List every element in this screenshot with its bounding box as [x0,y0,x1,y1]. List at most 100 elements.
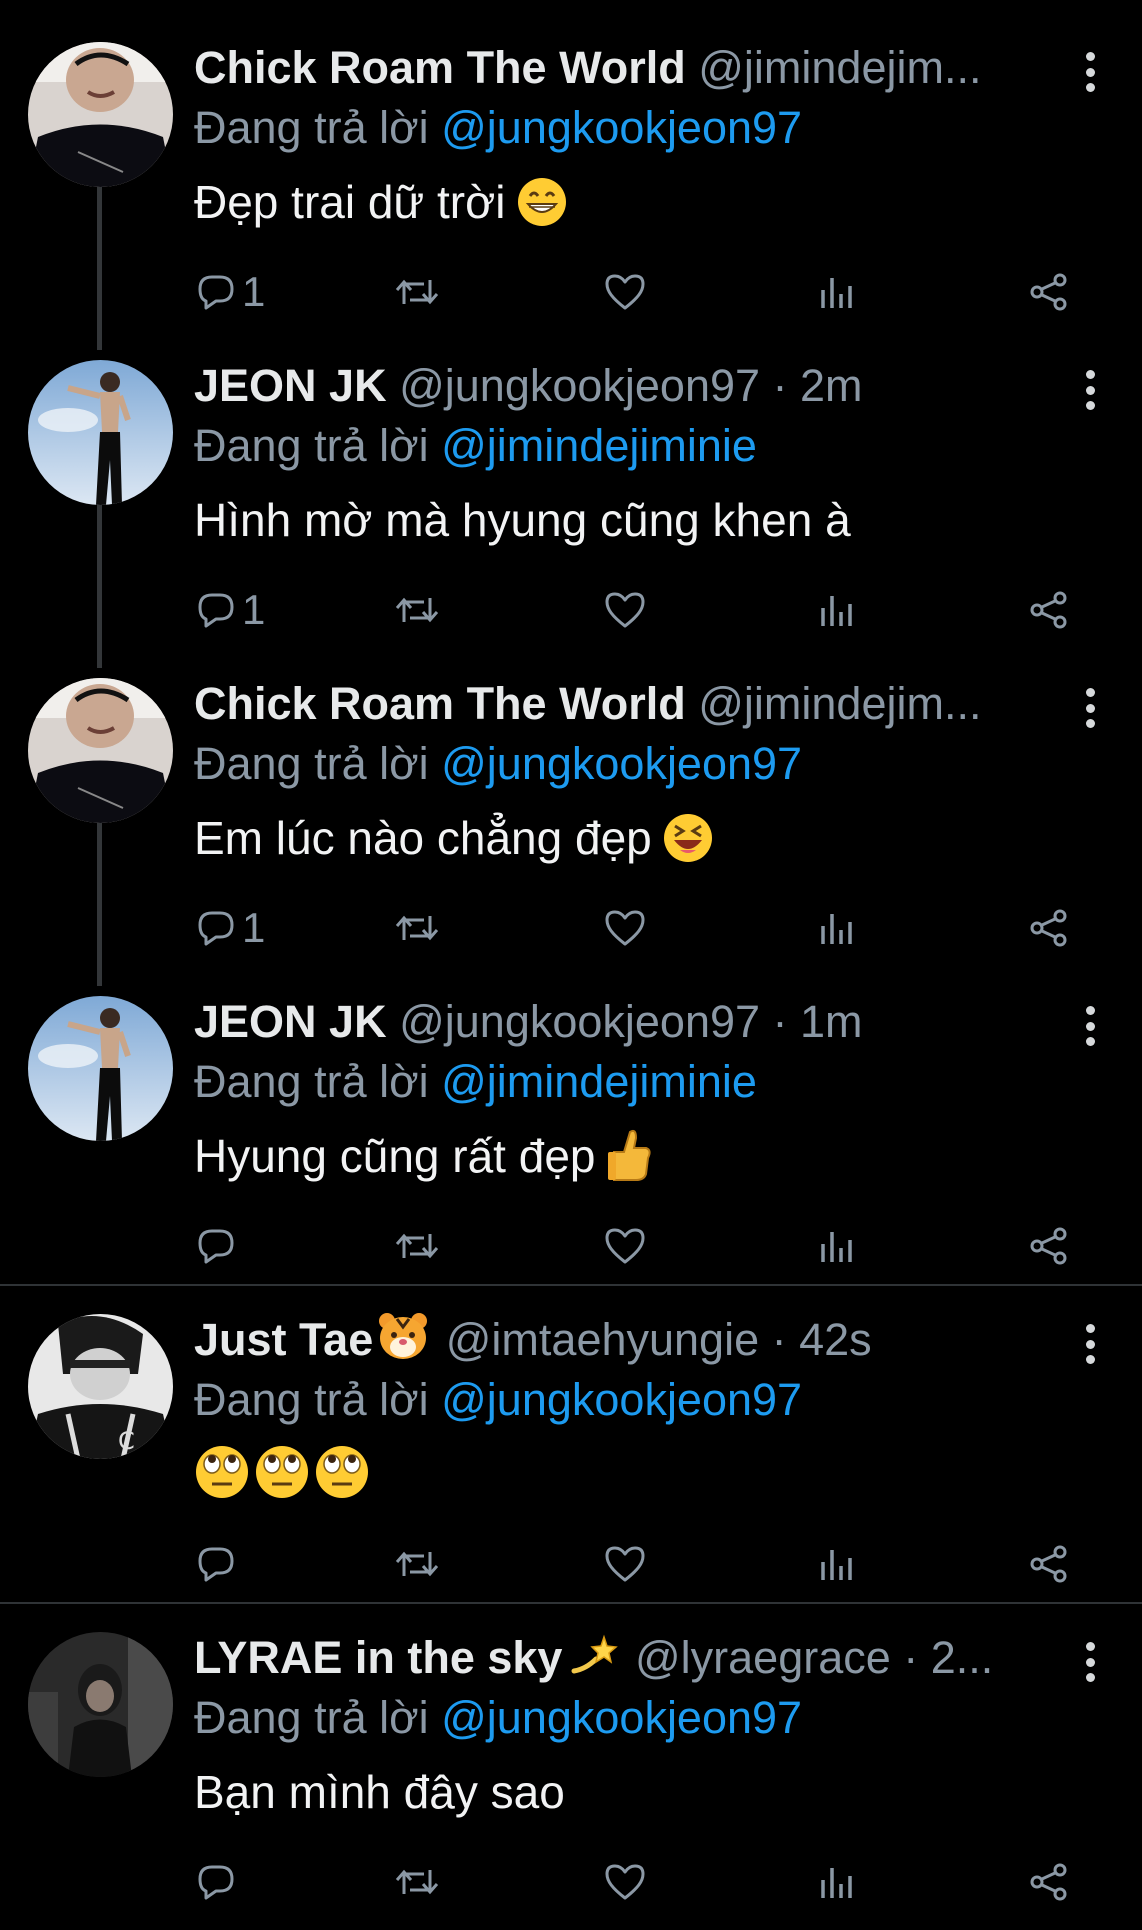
mention-link[interactable]: @jungkookjeon97 [441,1374,802,1425]
replying-label: Đang trả lời [194,738,429,789]
tweet-text: Hình mờ mà hyung cũng khen à [194,490,851,550]
display-name[interactable]: JEON JK [194,360,387,411]
reply-button[interactable]: 1 [196,580,265,640]
handle[interactable]: @lyraegrace · 2... [635,1632,993,1683]
avatar[interactable] [28,42,173,187]
like-button[interactable] [604,580,646,640]
reply-button[interactable]: 1 [196,262,265,322]
grin-emoji [516,176,568,242]
replying-to: Đang trả lời @jimindejiminie [194,1052,757,1112]
retweet-button[interactable] [394,1852,440,1912]
tweet-text: Hyung cũng rất đẹp [194,1126,652,1196]
more-options-icon[interactable] [1083,688,1097,728]
more-options-icon[interactable] [1083,370,1097,410]
laughing-emoji [662,812,714,878]
views-button[interactable] [818,898,854,958]
like-button[interactable] [604,1852,646,1912]
heart-icon [604,590,646,630]
share-icon [1028,1226,1070,1266]
retweet-button[interactable] [394,898,440,958]
handle[interactable]: @jungkookjeon97 · 1m [399,996,862,1047]
reply-button[interactable]: 1 [196,898,265,958]
views-button[interactable] [818,1216,854,1276]
more-options-icon[interactable] [1083,1642,1097,1682]
share-button[interactable] [1028,1216,1070,1276]
views-button[interactable] [818,580,854,640]
handle[interactable]: @imtaehyungie · 42s [446,1314,872,1365]
views-icon [818,590,854,630]
replying-label: Đang trả lời [194,1692,429,1743]
handle[interactable]: @jimindejim... [698,678,981,729]
like-button[interactable] [604,1216,646,1276]
retweet-button[interactable] [394,262,440,322]
reply-icon [196,908,236,948]
retweet-button[interactable] [394,1216,440,1276]
more-options-icon[interactable] [1083,1006,1097,1046]
handle[interactable]: @jungkookjeon97 · 2m [399,360,862,411]
reply-tweet[interactable]: Chick Roam The World @jimindejim... Đang… [0,658,1142,976]
views-icon [818,908,854,948]
retweet-icon [394,1544,440,1584]
display-name[interactable]: Just Tae [194,1314,373,1365]
replying-label: Đang trả lời [194,102,429,153]
more-options-icon[interactable] [1083,52,1097,92]
reply-tweet[interactable]: LYRAE in the sky @lyraegrace · 2... Đang… [0,1612,1142,1930]
mention-link[interactable]: @jungkookjeon97 [441,102,802,153]
reply-icon [196,1544,236,1584]
views-icon [818,1862,854,1902]
retweet-icon [394,590,440,630]
display-name[interactable]: Chick Roam The World [194,678,686,729]
display-name[interactable]: JEON JK [194,996,387,1047]
mention-link[interactable]: @jimindejiminie [441,1056,757,1107]
share-button[interactable] [1028,1534,1070,1594]
display-name[interactable]: Chick Roam The World [194,42,686,93]
reply-tweet[interactable]: C Just Tae @imtaehyungie · 42s Đang trả … [0,1294,1142,1612]
retweet-button[interactable] [394,580,440,640]
views-button[interactable] [818,1534,854,1594]
thumbs-up-emoji [606,1126,652,1196]
views-icon [818,1226,854,1266]
heart-icon [604,908,646,948]
reply-tweet[interactable]: Chick Roam The World @jimindejim... Đang… [0,22,1142,340]
tweet-actions: 1 [194,262,1094,322]
reply-button[interactable] [196,1852,242,1912]
retweet-button[interactable] [394,1534,440,1594]
like-button[interactable] [604,1534,646,1594]
mention-link[interactable]: @jungkookjeon97 [441,1692,802,1743]
like-button[interactable] [604,898,646,958]
mention-link[interactable]: @jungkookjeon97 [441,738,802,789]
avatar[interactable] [28,678,173,823]
more-options-icon[interactable] [1083,1324,1097,1364]
share-icon [1028,272,1070,312]
share-button[interactable] [1028,898,1070,958]
views-button[interactable] [818,262,854,322]
share-button[interactable] [1028,580,1070,640]
jk-avatar-image [28,360,173,505]
views-button[interactable] [818,1852,854,1912]
reply-tweet[interactable]: JEON JK @jungkookjeon97 · 1m Đang trả lờ… [0,976,1142,1294]
avatar[interactable] [28,360,173,505]
mention-link[interactable]: @jimindejiminie [441,420,757,471]
avatar[interactable] [28,1632,173,1777]
like-button[interactable] [604,262,646,322]
tweet-actions [194,1852,1094,1912]
avatar[interactable]: C [28,1314,173,1459]
handle[interactable]: @jimindejim... [698,42,981,93]
reply-button[interactable] [196,1216,242,1276]
share-button[interactable] [1028,1852,1070,1912]
avatar[interactable] [28,996,173,1141]
replying-label: Đang trả lời [194,1374,429,1425]
display-name[interactable]: LYRAE in the sky [194,1632,562,1683]
replying-to: Đang trả lời @jungkookjeon97 [194,1688,802,1748]
retweet-icon [394,908,440,948]
reply-button[interactable] [196,1534,242,1594]
tweet-text: Bạn mình đây sao [194,1762,565,1822]
separator [0,1602,1142,1604]
eye-roll-emoji [194,1444,370,1514]
tweet-actions: 1 [194,580,1094,640]
share-icon [1028,1544,1070,1584]
share-button[interactable] [1028,262,1070,322]
tweet-header: Chick Roam The World @jimindejim... [194,38,1074,98]
reply-tweet[interactable]: JEON JK @jungkookjeon97 · 2m Đang trả lờ… [0,340,1142,658]
tweet-text [194,1444,370,1514]
